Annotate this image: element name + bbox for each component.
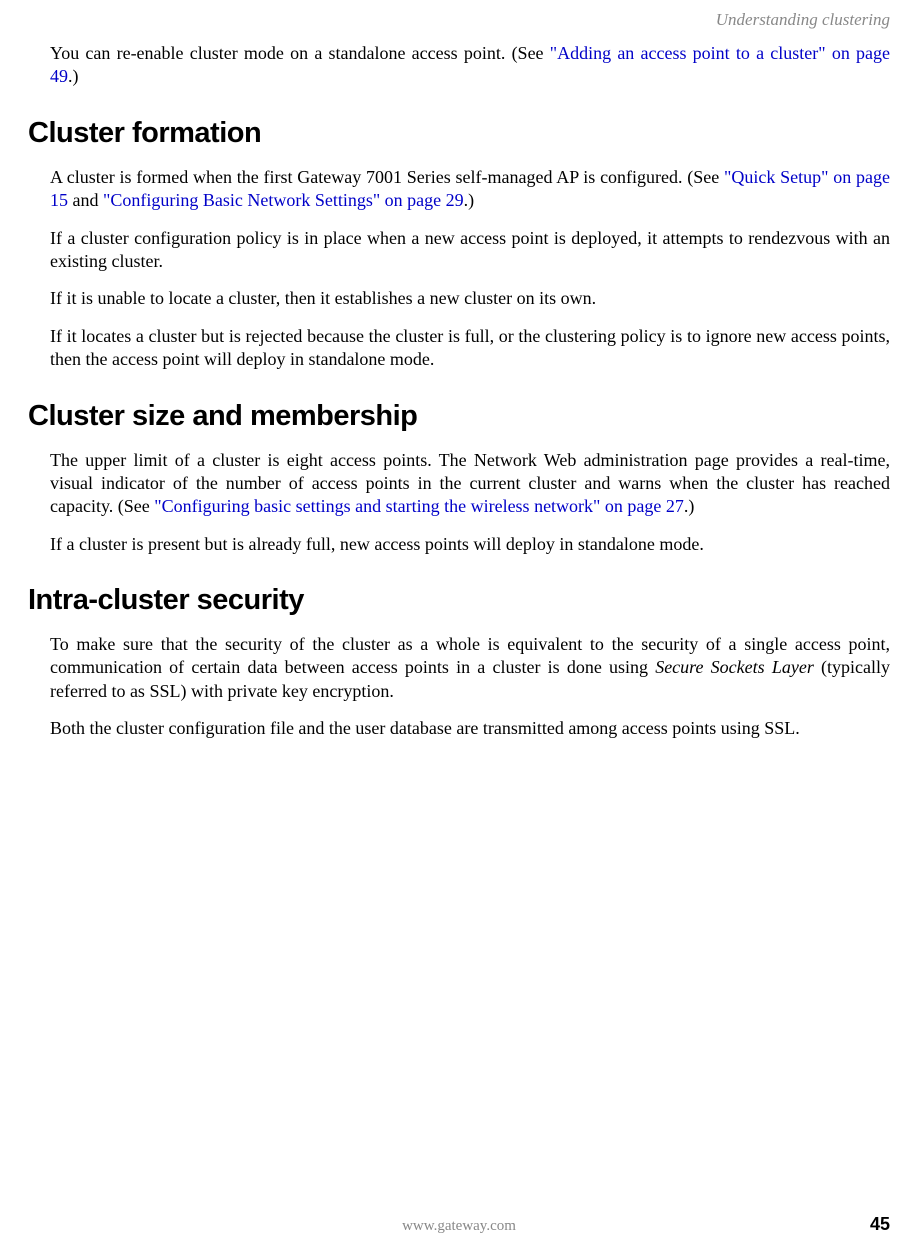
link-configuring-basic-settings[interactable]: "Configuring basic settings and starting… [154, 496, 684, 516]
text-span: .) [68, 66, 79, 86]
page-footer: www.gateway.com 45 [0, 1218, 918, 1235]
italic-ssl: Secure Sockets Layer [655, 657, 814, 677]
security-p2: Both the cluster configuration file and … [50, 717, 890, 740]
text-span: and [68, 190, 103, 210]
link-configuring-basic-network[interactable]: "Configuring Basic Network Settings" on … [103, 190, 464, 210]
size-p1: The upper limit of a cluster is eight ac… [50, 449, 890, 519]
page-container: Understanding clustering You can re-enab… [0, 0, 918, 1257]
security-p1: To make sure that the security of the cl… [50, 633, 890, 703]
formation-p3: If it is unable to locate a cluster, the… [50, 287, 890, 310]
footer-url: www.gateway.com [28, 1218, 890, 1235]
size-p2: If a cluster is present but is already f… [50, 533, 890, 556]
heading-intra-cluster-security: Intra-cluster security [28, 584, 890, 617]
text-span: You can re-enable cluster mode on a stan… [50, 43, 550, 63]
page-number: 45 [870, 1214, 890, 1235]
formation-p1: A cluster is formed when the first Gatew… [50, 166, 890, 213]
running-header: Understanding clustering [28, 10, 890, 30]
formation-p2: If a cluster configuration policy is in … [50, 227, 890, 274]
text-span: .) [464, 190, 475, 210]
heading-cluster-formation: Cluster formation [28, 117, 890, 150]
heading-cluster-size: Cluster size and membership [28, 400, 890, 433]
text-span: .) [684, 496, 695, 516]
formation-p4: If it locates a cluster but is rejected … [50, 325, 890, 372]
text-span: A cluster is formed when the first Gatew… [50, 167, 724, 187]
intro-paragraph: You can re-enable cluster mode on a stan… [50, 42, 890, 89]
